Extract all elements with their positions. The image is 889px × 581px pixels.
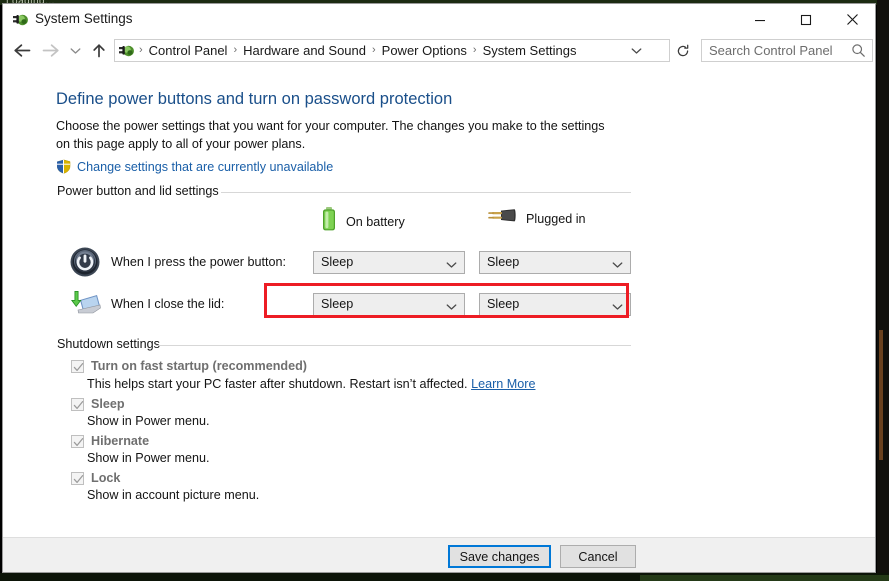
checkbox-label-sleep: Sleep (91, 397, 125, 411)
dialog-footer: Save changes Cancel (3, 537, 875, 572)
refresh-button[interactable] (672, 39, 694, 62)
checkbox-fast-startup[interactable] (71, 359, 84, 373)
search-input[interactable] (702, 40, 851, 61)
shield-icon (56, 159, 71, 174)
window-title: System Settings (35, 11, 133, 26)
breadcrumb-item-hardware-and-sound[interactable]: Hardware and Sound (239, 40, 370, 61)
power-button-on-battery-value: Sleep (321, 255, 354, 269)
settings-content: Define power buttons and turn on passwor… (3, 66, 875, 539)
maximize-button[interactable] (783, 4, 829, 35)
desktop-wallpaper-accent (879, 330, 883, 460)
desktop-wallpaper-strip (640, 575, 889, 581)
power-button-plugged-in-dropdown[interactable]: Sleep (479, 250, 631, 274)
close-lid-on-battery-dropdown[interactable]: Sleep (313, 292, 465, 316)
chevron-down-icon[interactable] (612, 258, 623, 272)
breadcrumb-item-control-panel[interactable]: Control Panel (145, 40, 232, 61)
breadcrumb-separator: › (472, 44, 477, 56)
desktop-edge-bottom (0, 573, 889, 581)
save-changes-button[interactable]: Save changes (448, 545, 551, 568)
breadcrumb-item-power-options[interactable]: Power Options (378, 40, 471, 61)
minimize-button[interactable] (737, 4, 783, 35)
breadcrumb-separator: › (371, 44, 376, 56)
chevron-down-icon[interactable] (612, 300, 623, 314)
recent-locations-button[interactable] (65, 35, 85, 66)
description-lock: Show in account picture menu. (87, 488, 260, 502)
close-button[interactable] (829, 4, 875, 35)
group-divider (221, 192, 631, 193)
power-settings-icon (12, 11, 29, 28)
checkbox-label-hibernate: Hibernate (91, 434, 150, 448)
checkbox-label-fast-startup: Turn on fast startup (recommended) (91, 359, 307, 373)
power-button-plugged-in-value: Sleep (487, 255, 520, 269)
shutdown-group-header: Shutdown settings (57, 337, 631, 353)
power-lid-group-header: Power button and lid settings (57, 184, 631, 200)
page-description: Choose the power settings that you want … (56, 119, 605, 151)
navigation-toolbar: › Control Panel › Hardware and Sound › P… (3, 35, 875, 66)
breadcrumb-separator: › (233, 44, 238, 56)
battery-icon (321, 206, 337, 237)
power-button-icon (69, 246, 101, 278)
chevron-down-icon[interactable] (446, 258, 457, 272)
description-fast-startup: This helps start your PC faster after sh… (87, 377, 535, 391)
setting-row-power-button: When I press the power button: Sleep Sle… (69, 245, 631, 279)
window-titlebar[interactable]: System Settings (3, 4, 875, 35)
checkbox-row-hibernate[interactable]: Hibernate (71, 434, 149, 448)
shutdown-group-label: Shutdown settings (57, 337, 167, 351)
checkbox-label-lock: Lock (91, 471, 121, 485)
up-button[interactable] (87, 35, 111, 66)
column-label-on-battery: On battery (346, 214, 405, 229)
search-icon[interactable] (851, 43, 866, 63)
page-title: Define power buttons and turn on passwor… (56, 90, 453, 108)
checkbox-row-fast-startup[interactable]: Turn on fast startup (recommended) (71, 359, 307, 373)
laptop-lid-icon (69, 288, 101, 320)
close-lid-on-battery-value: Sleep (321, 297, 354, 311)
checkbox-row-sleep[interactable]: Sleep (71, 397, 125, 411)
breadcrumb-separator: › (139, 44, 143, 56)
description-sleep: Show in Power menu. (87, 414, 210, 428)
checkbox-sleep[interactable] (71, 397, 84, 411)
power-plug-icon (487, 206, 517, 231)
chevron-down-icon[interactable] (626, 40, 647, 61)
breadcrumb[interactable]: › Control Panel › Hardware and Sound › P… (114, 39, 670, 62)
column-header-plugged-in: Plugged in (487, 206, 586, 231)
column-label-plugged-in: Plugged in (526, 211, 586, 226)
checkbox-row-lock[interactable]: Lock (71, 471, 120, 485)
chevron-down-icon[interactable] (446, 300, 457, 314)
column-header-on-battery: On battery (321, 206, 405, 237)
desktop-edge-right (877, 0, 889, 581)
cancel-button[interactable]: Cancel (560, 545, 636, 568)
change-unavailable-settings-row[interactable]: Change settings that are currently unava… (56, 159, 333, 174)
description-text-fast-startup: This helps start your PC faster after sh… (87, 377, 468, 391)
checkbox-hibernate[interactable] (71, 434, 84, 448)
checkbox-lock[interactable] (71, 471, 84, 485)
setting-row-close-lid: When I close the lid: Sleep Sleep (69, 287, 631, 321)
breadcrumb-power-settings-icon (118, 42, 135, 59)
group-divider (156, 345, 631, 346)
setting-label-close-lid: When I close the lid: (111, 297, 225, 311)
close-lid-plugged-in-dropdown[interactable]: Sleep (479, 292, 631, 316)
close-lid-plugged-in-value: Sleep (487, 297, 520, 311)
back-button[interactable] (9, 35, 35, 66)
setting-label-power-button: When I press the power button: (111, 255, 287, 269)
breadcrumb-item-system-settings[interactable]: System Settings (479, 40, 581, 61)
system-settings-window: System Settings › Control Panel › Hardwa… (2, 3, 876, 573)
description-hibernate: Show in Power menu. (87, 451, 210, 465)
learn-more-link[interactable]: Learn More (471, 377, 535, 391)
search-box[interactable] (701, 39, 873, 62)
change-unavailable-settings-link[interactable]: Change settings that are currently unava… (77, 160, 333, 174)
power-lid-group-label: Power button and lid settings (57, 184, 226, 198)
forward-button[interactable] (37, 35, 63, 66)
power-button-on-battery-dropdown[interactable]: Sleep (313, 250, 465, 274)
